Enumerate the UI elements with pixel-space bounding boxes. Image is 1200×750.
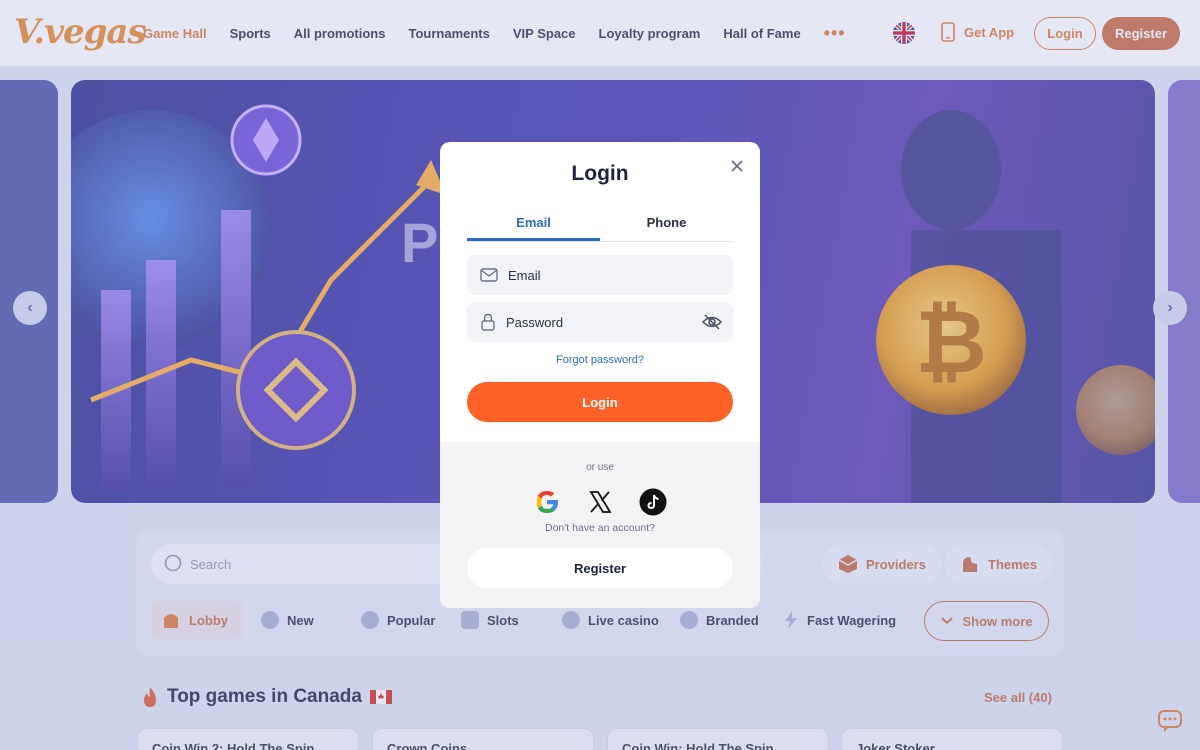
login-modal: Login Email Phone Forgot password? Login… [440,142,760,608]
tab-phone[interactable]: Phone [600,212,733,241]
register-button[interactable]: Register [467,548,733,588]
eye-off-icon[interactable] [702,313,722,331]
no-account-label: Don't have an account? [545,522,655,534]
close-icon[interactable] [727,156,747,176]
modal-social-section: or use Don't have an account? Register [440,442,760,608]
password-field[interactable] [467,302,733,342]
email-input[interactable] [508,267,688,283]
lock-icon [481,313,495,331]
tab-email[interactable]: Email [467,212,600,241]
google-icon[interactable] [533,488,561,516]
tiktok-icon[interactable] [639,488,667,516]
or-use-label: or use [586,462,614,473]
password-input[interactable] [506,314,686,330]
modal-title: Login [571,162,629,185]
x-icon[interactable] [586,488,614,516]
email-field[interactable] [467,255,733,295]
forgot-password-link[interactable]: Forgot password? [440,354,760,366]
login-submit-button[interactable]: Login [467,382,733,422]
mail-icon [480,268,498,282]
login-method-tabs: Email Phone [467,212,733,242]
